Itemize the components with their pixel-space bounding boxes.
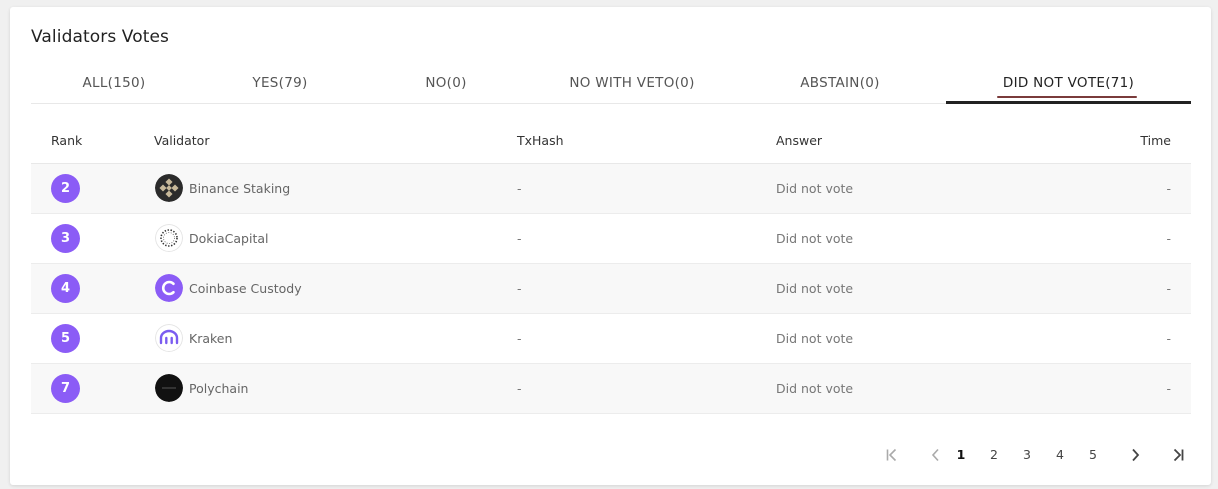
next-page-icon[interactable] xyxy=(1123,443,1147,467)
table-row: 7 Polychain - Did not vote - xyxy=(31,364,1191,414)
txhash-cell: - xyxy=(517,381,522,396)
active-tab-text-underline xyxy=(997,96,1137,98)
time-cell: - xyxy=(1166,181,1171,196)
time-cell: - xyxy=(1166,231,1171,246)
table-header: Rank Validator TxHash Answer Time xyxy=(31,119,1191,164)
tab-no-with-veto[interactable]: NO WITH VETO(0) xyxy=(529,63,735,103)
txhash-cell: - xyxy=(517,181,522,196)
time-cell: - xyxy=(1166,331,1171,346)
table-row: 2 Binance Staking - Did not vote - xyxy=(31,164,1191,214)
pagination: 1 2 3 4 5 xyxy=(880,443,1200,467)
rank-badge: 4 xyxy=(51,274,80,303)
table-row: 4 Coinbase Custody - Did not vote - xyxy=(31,264,1191,314)
table-row: 5 Kraken - Did not vote - xyxy=(31,314,1191,364)
column-header-time: Time xyxy=(1140,133,1171,148)
card-title: Validators Votes xyxy=(31,27,169,47)
first-page-icon[interactable] xyxy=(880,443,904,467)
txhash-cell: - xyxy=(517,331,522,346)
tab-all[interactable]: ALL(150) xyxy=(31,63,197,103)
page-1-button[interactable]: 1 xyxy=(949,443,973,467)
time-cell: - xyxy=(1166,381,1171,396)
tab-abstain[interactable]: ABSTAIN(0) xyxy=(735,63,945,103)
validator-name[interactable]: Binance Staking xyxy=(189,164,290,213)
rank-badge: 5 xyxy=(51,324,80,353)
validator-name[interactable]: Coinbase Custody xyxy=(189,264,302,313)
validator-name[interactable]: Kraken xyxy=(189,314,232,363)
validators-votes-card: Validators Votes ALL(150) YES(79) NO(0) … xyxy=(10,7,1211,485)
column-header-rank: Rank xyxy=(51,133,83,148)
answer-cell: Did not vote xyxy=(776,231,854,246)
answer-cell: Did not vote xyxy=(776,181,854,196)
rank-badge: 7 xyxy=(51,374,80,403)
txhash-cell: - xyxy=(517,231,522,246)
page-2-button[interactable]: 2 xyxy=(982,443,1006,467)
column-header-txhash: TxHash xyxy=(517,133,564,148)
page-4-button[interactable]: 4 xyxy=(1048,443,1072,467)
time-cell: - xyxy=(1166,281,1171,296)
kraken-logo-icon xyxy=(155,324,183,352)
tab-yes[interactable]: YES(79) xyxy=(197,63,363,103)
previous-page-icon[interactable] xyxy=(924,443,948,467)
txhash-cell: - xyxy=(517,281,522,296)
coinbase-logo-icon xyxy=(155,274,183,302)
vote-filter-tabs: ALL(150) YES(79) NO(0) NO WITH VETO(0) A… xyxy=(31,63,1191,104)
rank-badge: 2 xyxy=(51,174,80,203)
polychain-logo-icon xyxy=(155,374,183,402)
last-page-icon[interactable] xyxy=(1166,443,1190,467)
active-tab-indicator xyxy=(946,101,1191,104)
validator-name[interactable]: Polychain xyxy=(189,364,248,413)
binance-logo-icon xyxy=(155,174,183,202)
validator-name[interactable]: DokiaCapital xyxy=(189,214,268,263)
dokia-logo-icon xyxy=(155,224,183,252)
tab-no[interactable]: NO(0) xyxy=(363,63,529,103)
answer-cell: Did not vote xyxy=(776,331,854,346)
answer-cell: Did not vote xyxy=(776,281,854,296)
column-header-validator: Validator xyxy=(154,133,210,148)
table-row: 3 DokiaCapital - Did not vote - xyxy=(31,214,1191,264)
page-3-button[interactable]: 3 xyxy=(1015,443,1039,467)
rank-badge: 3 xyxy=(51,224,80,253)
page-5-button[interactable]: 5 xyxy=(1081,443,1105,467)
column-header-answer: Answer xyxy=(776,133,823,148)
answer-cell: Did not vote xyxy=(776,381,854,396)
